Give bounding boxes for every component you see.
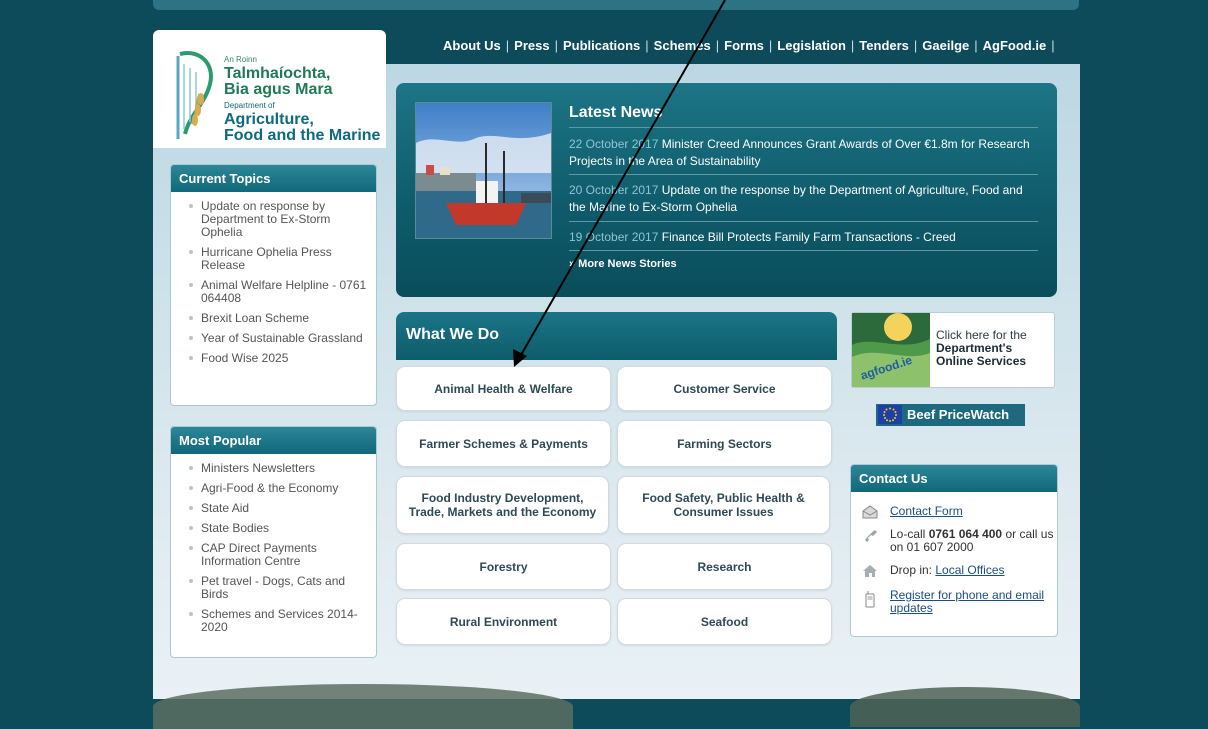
current-topic-item[interactable]: Update on response by Department to Ex-S…	[187, 200, 368, 239]
logo-irish-name: Bia agus Mara	[224, 81, 333, 98]
farmer-schemes-button[interactable]: Farmer Schemes & Payments	[396, 420, 611, 467]
agfood-online-services-banner[interactable]: agfood.ie Click here for the Department'…	[851, 312, 1055, 388]
popular-item[interactable]: Pet travel - Dogs, Cats and Birds	[187, 575, 368, 601]
contact-form-link[interactable]: Contact Form	[890, 505, 1055, 518]
nav-forms[interactable]: Forms	[724, 38, 764, 53]
nav-gaeilge[interactable]: Gaeilge	[922, 38, 969, 53]
popular-item[interactable]: Schemes and Services 2014-2020	[187, 608, 368, 634]
nav-about-us[interactable]: About Us	[443, 38, 501, 53]
most-popular-title: Most Popular	[171, 427, 376, 454]
envelope-icon	[862, 505, 878, 519]
phone-icon	[865, 530, 877, 542]
animal-health-welfare-button[interactable]: Animal Health & Welfare	[396, 366, 611, 411]
research-button[interactable]: Research	[617, 543, 832, 590]
eu-flag-icon	[878, 405, 902, 424]
news-item[interactable]: 22 October 2017 Minister Creed Announces…	[569, 136, 1039, 170]
contact-us-title: Contact Us	[851, 465, 1057, 492]
logo-irish-name: Talmhaíochta,	[224, 65, 331, 82]
logo-small-text: An Roinn	[224, 55, 257, 64]
news-divider	[569, 174, 1038, 175]
news-date: 22 October 2017	[569, 137, 659, 151]
food-industry-button[interactable]: Food Industry Development, Trade, Market…	[396, 476, 609, 534]
landscape-hill	[850, 687, 1080, 727]
agfood-logo: agfood.ie	[852, 313, 930, 387]
nav-schemes[interactable]: Schemes	[654, 38, 711, 53]
agfood-text: Click here for the Department's Online S…	[936, 328, 1027, 368]
news-item[interactable]: 20 October 2017 Update on the response b…	[569, 182, 1039, 216]
nav-press[interactable]: Press	[514, 38, 549, 53]
home-icon	[863, 565, 877, 577]
current-topic-item[interactable]: Brexit Loan Scheme	[187, 312, 368, 325]
forestry-button[interactable]: Forestry	[396, 543, 611, 590]
harbour-photo[interactable]	[415, 102, 552, 239]
news-divider	[569, 221, 1038, 222]
landscape-hill	[153, 684, 573, 729]
register-updates-link[interactable]: Register for phone and email updates	[890, 589, 1055, 615]
current-topics-panel: Current Topics Update on response by Dep…	[170, 164, 377, 406]
popular-item[interactable]: State Bodies	[187, 522, 368, 535]
nav-tenders[interactable]: Tenders	[859, 38, 909, 53]
news-item[interactable]: 19 October 2017 Finance Bill Protects Fa…	[569, 229, 1039, 246]
locall-text: Lo-call 0761 064 400 or call us on 01 60…	[890, 527, 1054, 554]
current-topic-item[interactable]: Hurricane Ophelia Press Release	[187, 246, 368, 272]
popular-item[interactable]: Agri-Food & the Economy	[187, 482, 368, 495]
seafood-button[interactable]: Seafood	[617, 598, 832, 645]
dropin-text: Drop in: Local Offices	[890, 563, 1005, 577]
farming-sectors-button[interactable]: Farming Sectors	[617, 420, 832, 467]
nav-legislation[interactable]: Legislation	[777, 38, 846, 53]
news-headline[interactable]: Finance Bill Protects Family Farm Transa…	[662, 230, 956, 244]
more-news-link[interactable]: » More News Stories	[569, 258, 677, 270]
logo-english-name: Food and the Marine	[224, 127, 381, 144]
top-strip	[153, 0, 1079, 10]
logo-small-text: Department of	[224, 101, 275, 110]
beef-pricewatch-button[interactable]: Beef PriceWatch	[876, 404, 1025, 426]
popular-item[interactable]: CAP Direct Payments Information Centre	[187, 542, 368, 568]
news-divider	[569, 250, 1038, 251]
top-navigation: About Us | Press | Publications | Schemes | Form…	[443, 38, 1055, 53]
what-we-do-title: What We Do	[406, 326, 500, 343]
local-offices-link[interactable]: Local Offices	[935, 563, 1004, 577]
most-popular-panel: Most Popular Ministers Newsletters Agri-…	[170, 426, 377, 658]
customer-service-button[interactable]: Customer Service	[617, 366, 832, 411]
news-date: 19 October 2017	[569, 230, 659, 244]
nav-publications[interactable]: Publications	[563, 38, 640, 53]
news-divider	[569, 127, 1038, 128]
mobile-phone-icon	[865, 591, 875, 608]
current-topic-item[interactable]: Animal Welfare Helpline - 0761 064408	[187, 279, 368, 305]
beef-pricewatch-label: Beef PriceWatch	[907, 407, 1010, 422]
current-topic-item[interactable]: Year of Sustainable Grassland	[187, 332, 368, 345]
locall-number: 0761 064 400	[928, 527, 1003, 541]
rural-environment-button[interactable]: Rural Environment	[396, 598, 611, 645]
food-safety-button[interactable]: Food Safety, Public Health & Consumer Is…	[617, 476, 830, 534]
harp-wheat-icon	[176, 51, 213, 139]
popular-item[interactable]: Ministers Newsletters	[187, 462, 368, 475]
current-topics-title: Current Topics	[171, 165, 376, 192]
logo-english-name: Agriculture,	[224, 111, 314, 128]
nav-agfood[interactable]: AgFood.ie	[983, 38, 1047, 53]
news-date: 20 October 2017	[569, 183, 659, 197]
popular-item[interactable]: State Aid	[187, 502, 368, 515]
latest-news-title: Latest News	[569, 104, 663, 121]
current-topic-item[interactable]: Food Wise 2025	[187, 352, 368, 365]
